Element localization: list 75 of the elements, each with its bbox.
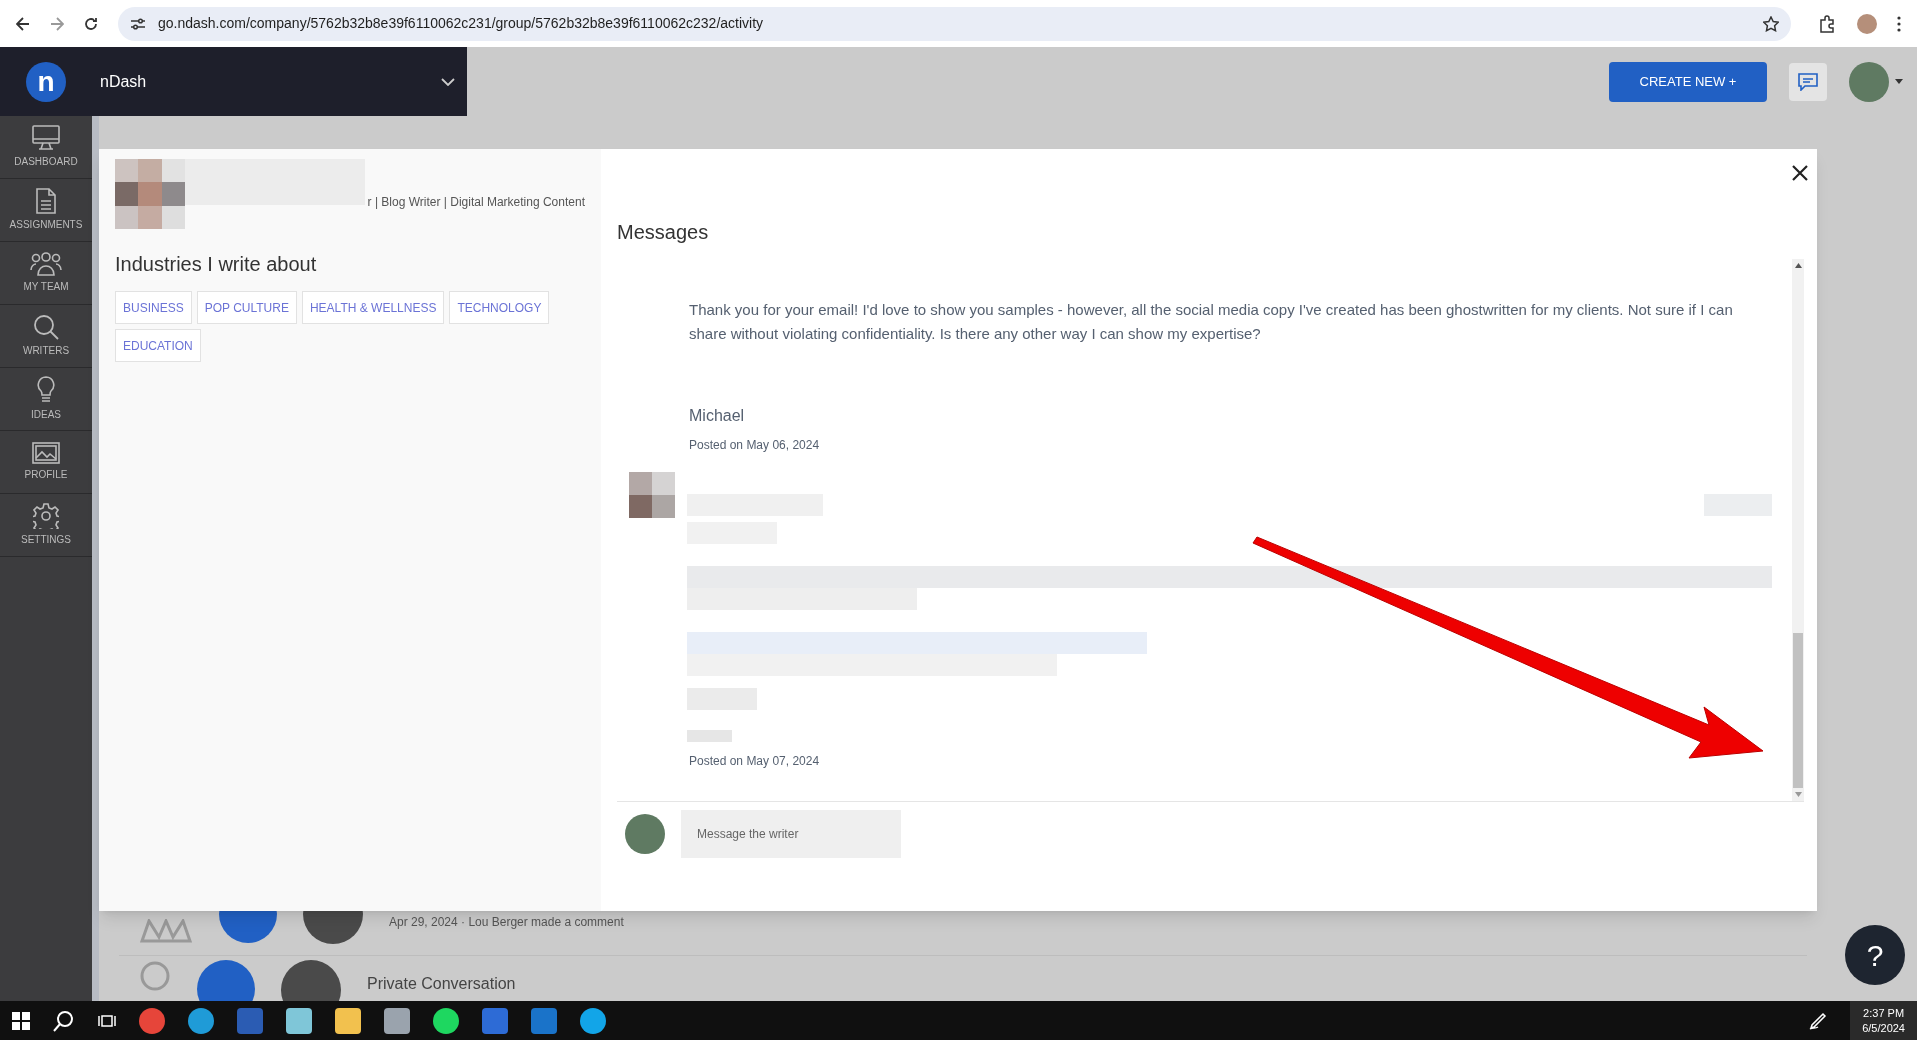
- sidebar-label: SETTINGS: [21, 533, 71, 547]
- industry-tag: POP CULTURE: [196, 291, 297, 324]
- forward-icon[interactable]: [50, 16, 64, 31]
- sidebar-label: WRITERS: [22, 344, 70, 358]
- spotify-icon[interactable]: [433, 1007, 459, 1034]
- logo-badge: [197, 960, 255, 1001]
- lightning-icon[interactable]: [482, 1007, 508, 1034]
- blurred-avatar: [629, 472, 675, 518]
- scrollbar-thumb[interactable]: [1793, 633, 1803, 788]
- reload-icon[interactable]: [84, 16, 98, 31]
- calculator-icon[interactable]: [384, 1007, 410, 1034]
- blurred-text: [687, 730, 732, 742]
- handshake-icon: [139, 918, 193, 943]
- create-new-button[interactable]: CREATE NEW +: [1609, 61, 1767, 102]
- message-date: Posted on May 06, 2024: [689, 437, 821, 454]
- user-avatar[interactable]: [1849, 61, 1889, 102]
- sidebar-label: ASSIGNMENTS: [9, 218, 83, 232]
- sidebar-label: DASHBOARD: [14, 155, 78, 169]
- skype-icon[interactable]: [580, 1007, 606, 1034]
- menu-icon[interactable]: [1897, 15, 1901, 32]
- mail-icon[interactable]: [531, 1007, 557, 1034]
- star-icon[interactable]: [1763, 15, 1779, 32]
- industry-tag: EDUCATION: [115, 329, 201, 362]
- url-text: go.ndash.com/company/5762b32b8e39f6110062c231/group/5762b32b8e39f6110062c232/activity: [158, 14, 765, 33]
- lightbulb-icon: [36, 376, 56, 404]
- scroll-up-icon[interactable]: [1794, 263, 1802, 268]
- sidebar-label: IDEAS: [31, 408, 61, 422]
- clock-time: 2:37 PM: [1863, 1005, 1905, 1021]
- document-icon: [36, 188, 56, 214]
- chat-icon: [1798, 72, 1818, 91]
- word-icon[interactable]: [237, 1007, 263, 1034]
- back-icon[interactable]: [16, 16, 30, 31]
- user-avatar: [625, 814, 665, 854]
- image-icon: [32, 442, 60, 464]
- workspace-dropdown[interactable]: nDash: [92, 47, 467, 116]
- scrollbar[interactable]: [1792, 259, 1804, 801]
- extensions-icon[interactable]: [1819, 14, 1837, 33]
- activity-title: Private Conversation: [367, 974, 516, 994]
- messages-heading: Messages: [617, 220, 710, 245]
- blurred-photo: [115, 159, 185, 229]
- section-heading: Industries I write about: [115, 252, 318, 277]
- site-settings-icon[interactable]: [130, 16, 146, 31]
- profile-avatar[interactable]: [1857, 13, 1877, 34]
- settings-icon: [33, 503, 59, 529]
- activity-text: Apr 29, 2024 · Lou Berger made a comment: [389, 913, 624, 931]
- industry-tag: BUSINESS: [115, 291, 192, 324]
- industry-tag: HEALTH & WELLNESS: [301, 291, 445, 324]
- message-input[interactable]: Message the writer: [681, 810, 901, 858]
- clock-date: 6/5/2024: [1862, 1020, 1905, 1036]
- message-author: Michael: [689, 406, 746, 426]
- messages-button[interactable]: [1789, 62, 1827, 101]
- search-icon: [33, 314, 59, 340]
- chevron-down-icon: [441, 77, 455, 86]
- search-icon[interactable]: [53, 1009, 75, 1032]
- circle-icon: [139, 960, 171, 992]
- sidebar-label: MY TEAM: [23, 280, 69, 294]
- notepad-icon[interactable]: [286, 1007, 312, 1034]
- sidebar-label: PROFILE: [24, 468, 68, 482]
- logo[interactable]: n: [26, 61, 66, 102]
- message-date: Posted on May 07, 2024: [689, 753, 821, 770]
- task-view-icon[interactable]: [98, 1012, 116, 1029]
- close-icon: [1791, 164, 1809, 182]
- help-button[interactable]: ?: [1845, 925, 1905, 985]
- chrome-icon[interactable]: [139, 1007, 165, 1034]
- windows-icon[interactable]: [12, 1011, 30, 1030]
- edge-icon[interactable]: [188, 1007, 214, 1034]
- message-text: Thank you for your email! I'd love to show you samples - however, all the social media copy I've created has been ghostwritten for my clients. Not sure if I can share without violating confidentiality. Is there any other way I can show my expertise?: [689, 300, 1734, 344]
- caret-icon[interactable]: [1895, 79, 1903, 84]
- pen-icon[interactable]: [1809, 1011, 1828, 1030]
- industry-tag: TECHNOLOGY: [449, 291, 550, 324]
- writer-tagline: r | Blog Writer | Digital Marketing Content: [367, 194, 585, 211]
- address-bar[interactable]: go.ndash.com/company/5762b32b8e39f6110062c231/group/5762b32b8e39f6110062c232/activity: [118, 6, 1791, 41]
- folder-icon[interactable]: [335, 1007, 361, 1034]
- people-icon: [30, 252, 62, 276]
- monitor-icon: [32, 125, 60, 151]
